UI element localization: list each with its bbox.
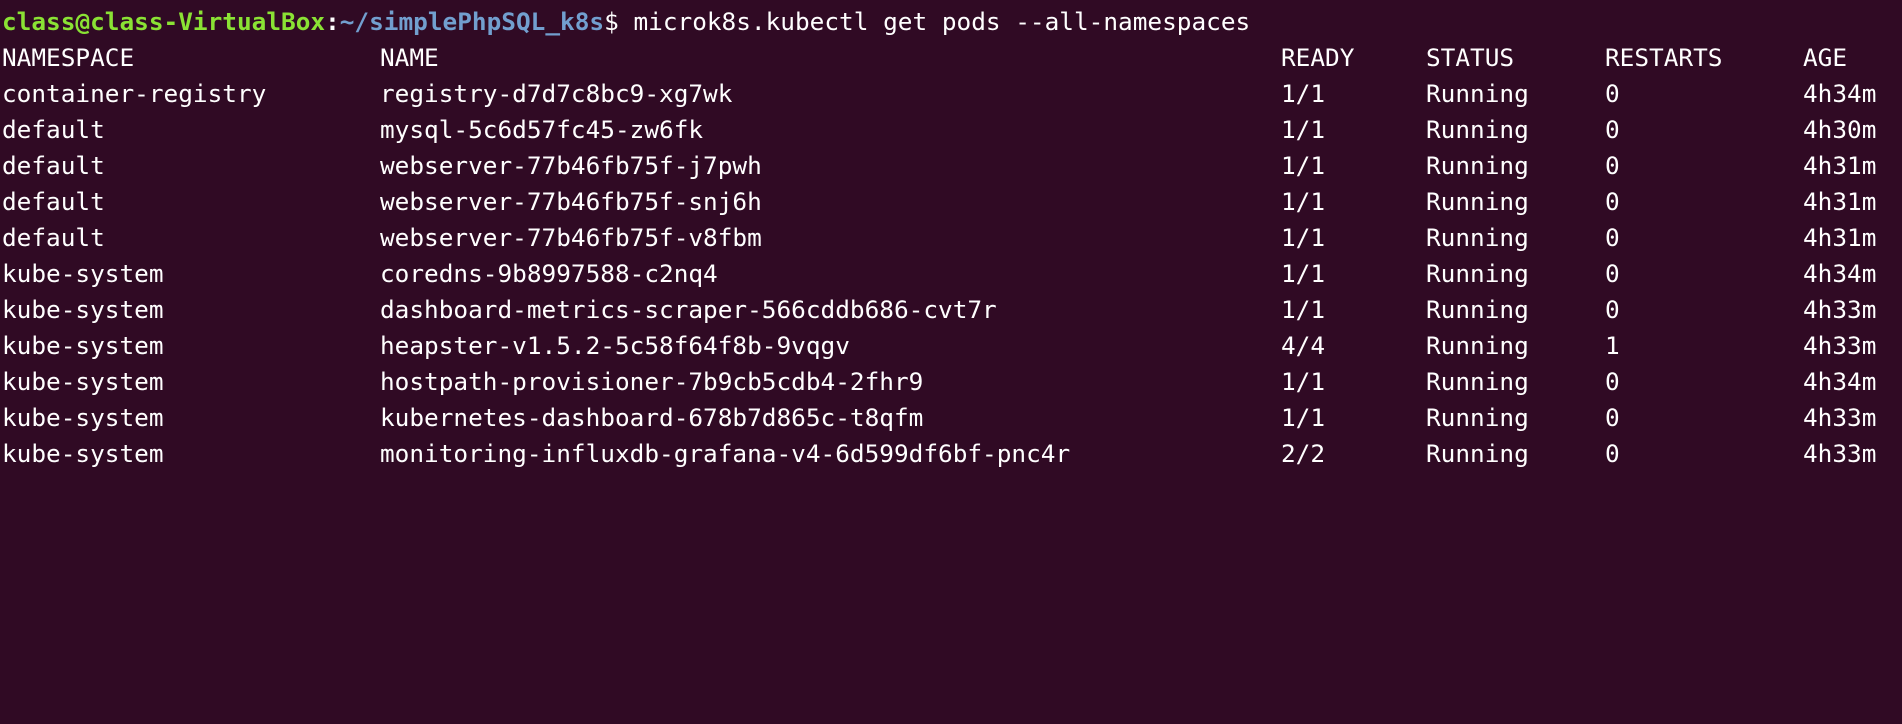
command-text: microk8s.kubectl get pods --all-namespac… xyxy=(633,7,1251,36)
cell-name: kubernetes-dashboard-678b7d865c-t8qfm xyxy=(380,403,924,432)
cell-restarts: 0 xyxy=(1605,223,1620,252)
cell-name: coredns-9b8997588-c2nq4 xyxy=(380,259,718,288)
table-header-row: NAMESPACE NAME READY STATUS RESTARTS AGE xyxy=(2,40,1902,76)
cell-name: heapster-v1.5.2-5c58f64f8b-9vqgv xyxy=(380,331,850,360)
cell-status: Running xyxy=(1426,403,1529,432)
cell-ready: 1/1 xyxy=(1281,187,1326,216)
header-restarts: RESTARTS xyxy=(1605,43,1723,72)
cell-age: 4h34m xyxy=(1803,367,1877,396)
header-name: NAME xyxy=(380,43,439,72)
cell-age: 4h30m xyxy=(1803,115,1877,144)
cell-namespace: kube-system xyxy=(2,403,164,432)
cell-restarts: 0 xyxy=(1605,367,1620,396)
header-age: AGE xyxy=(1803,43,1848,72)
cell-restarts: 0 xyxy=(1605,439,1620,468)
cell-age: 4h33m xyxy=(1803,439,1877,468)
header-status: STATUS xyxy=(1426,43,1515,72)
cell-status: Running xyxy=(1426,439,1529,468)
cell-ready: 1/1 xyxy=(1281,295,1326,324)
cell-status: Running xyxy=(1426,151,1529,180)
header-namespace: NAMESPACE xyxy=(2,43,135,72)
cell-namespace: default xyxy=(2,223,105,252)
cell-age: 4h33m xyxy=(1803,295,1877,324)
cell-restarts: 0 xyxy=(1605,187,1620,216)
terminal-window[interactable]: class@class-VirtualBox:~/simplePhpSQL_k8… xyxy=(0,0,1902,472)
cell-namespace: kube-system xyxy=(2,259,164,288)
cell-name: registry-d7d7c8bc9-xg7wk xyxy=(380,79,733,108)
prompt-dollar: $ xyxy=(604,7,634,36)
cell-ready: 1/1 xyxy=(1281,79,1326,108)
cell-name: webserver-77b46fb75f-j7pwh xyxy=(380,151,762,180)
cell-ready: 1/1 xyxy=(1281,115,1326,144)
table-row: default webserver-77b46fb75f-v8fbm 1/1 R… xyxy=(2,220,1902,256)
table-row: kube-system monitoring-influxdb-grafana-… xyxy=(2,436,1902,472)
cell-namespace: kube-system xyxy=(2,331,164,360)
cell-restarts: 0 xyxy=(1605,259,1620,288)
cell-age: 4h34m xyxy=(1803,79,1877,108)
table-row: default webserver-77b46fb75f-snj6h 1/1 R… xyxy=(2,184,1902,220)
cell-namespace: default xyxy=(2,115,105,144)
cell-age: 4h34m xyxy=(1803,259,1877,288)
cell-restarts: 0 xyxy=(1605,151,1620,180)
header-ready: READY xyxy=(1281,43,1355,72)
table-row: kube-system kubernetes-dashboard-678b7d8… xyxy=(2,400,1902,436)
cell-restarts: 1 xyxy=(1605,331,1620,360)
cell-namespace: default xyxy=(2,187,105,216)
cell-ready: 1/1 xyxy=(1281,223,1326,252)
cell-status: Running xyxy=(1426,115,1529,144)
cell-namespace: container-registry xyxy=(2,79,267,108)
table-row: kube-system dashboard-metrics-scraper-56… xyxy=(2,292,1902,328)
table-row: kube-system coredns-9b8997588-c2nq4 1/1 … xyxy=(2,256,1902,292)
cell-restarts: 0 xyxy=(1605,79,1620,108)
cell-namespace: kube-system xyxy=(2,295,164,324)
cell-ready: 1/1 xyxy=(1281,403,1326,432)
cell-age: 4h31m xyxy=(1803,151,1877,180)
cell-status: Running xyxy=(1426,295,1529,324)
cell-namespace: kube-system xyxy=(2,367,164,396)
cell-name: dashboard-metrics-scraper-566cddb686-cvt… xyxy=(380,295,997,324)
cell-restarts: 0 xyxy=(1605,295,1620,324)
cell-age: 4h31m xyxy=(1803,187,1877,216)
cell-namespace: kube-system xyxy=(2,439,164,468)
prompt-colon: : xyxy=(325,7,340,36)
cell-status: Running xyxy=(1426,223,1529,252)
table-row: default webserver-77b46fb75f-j7pwh 1/1 R… xyxy=(2,148,1902,184)
cell-name: webserver-77b46fb75f-snj6h xyxy=(380,187,762,216)
prompt-line: class@class-VirtualBox:~/simplePhpSQL_k8… xyxy=(2,4,1902,40)
cell-restarts: 0 xyxy=(1605,115,1620,144)
table-row: container-registry registry-d7d7c8bc9-xg… xyxy=(2,76,1902,112)
table-row: kube-system heapster-v1.5.2-5c58f64f8b-9… xyxy=(2,328,1902,364)
cell-ready: 2/2 xyxy=(1281,439,1326,468)
cell-name: mysql-5c6d57fc45-zw6fk xyxy=(380,115,704,144)
prompt-user-host: class@class-VirtualBox xyxy=(2,7,326,36)
table-row: kube-system hostpath-provisioner-7b9cb5c… xyxy=(2,364,1902,400)
cell-status: Running xyxy=(1426,79,1529,108)
cell-ready: 1/1 xyxy=(1281,259,1326,288)
cell-restarts: 0 xyxy=(1605,403,1620,432)
cell-status: Running xyxy=(1426,187,1529,216)
cell-namespace: default xyxy=(2,151,105,180)
cell-ready: 1/1 xyxy=(1281,367,1326,396)
cell-age: 4h33m xyxy=(1803,403,1877,432)
cell-ready: 1/1 xyxy=(1281,151,1326,180)
table-row: default mysql-5c6d57fc45-zw6fk 1/1 Runni… xyxy=(2,112,1902,148)
cell-ready: 4/4 xyxy=(1281,331,1326,360)
prompt-path: ~/simplePhpSQL_k8s xyxy=(339,7,605,36)
cell-name: monitoring-influxdb-grafana-v4-6d599df6b… xyxy=(380,439,1071,468)
cell-name: webserver-77b46fb75f-v8fbm xyxy=(380,223,762,252)
cell-status: Running xyxy=(1426,331,1529,360)
cell-status: Running xyxy=(1426,259,1529,288)
cell-age: 4h31m xyxy=(1803,223,1877,252)
cell-age: 4h33m xyxy=(1803,331,1877,360)
cell-status: Running xyxy=(1426,367,1529,396)
cell-name: hostpath-provisioner-7b9cb5cdb4-2fhr9 xyxy=(380,367,924,396)
